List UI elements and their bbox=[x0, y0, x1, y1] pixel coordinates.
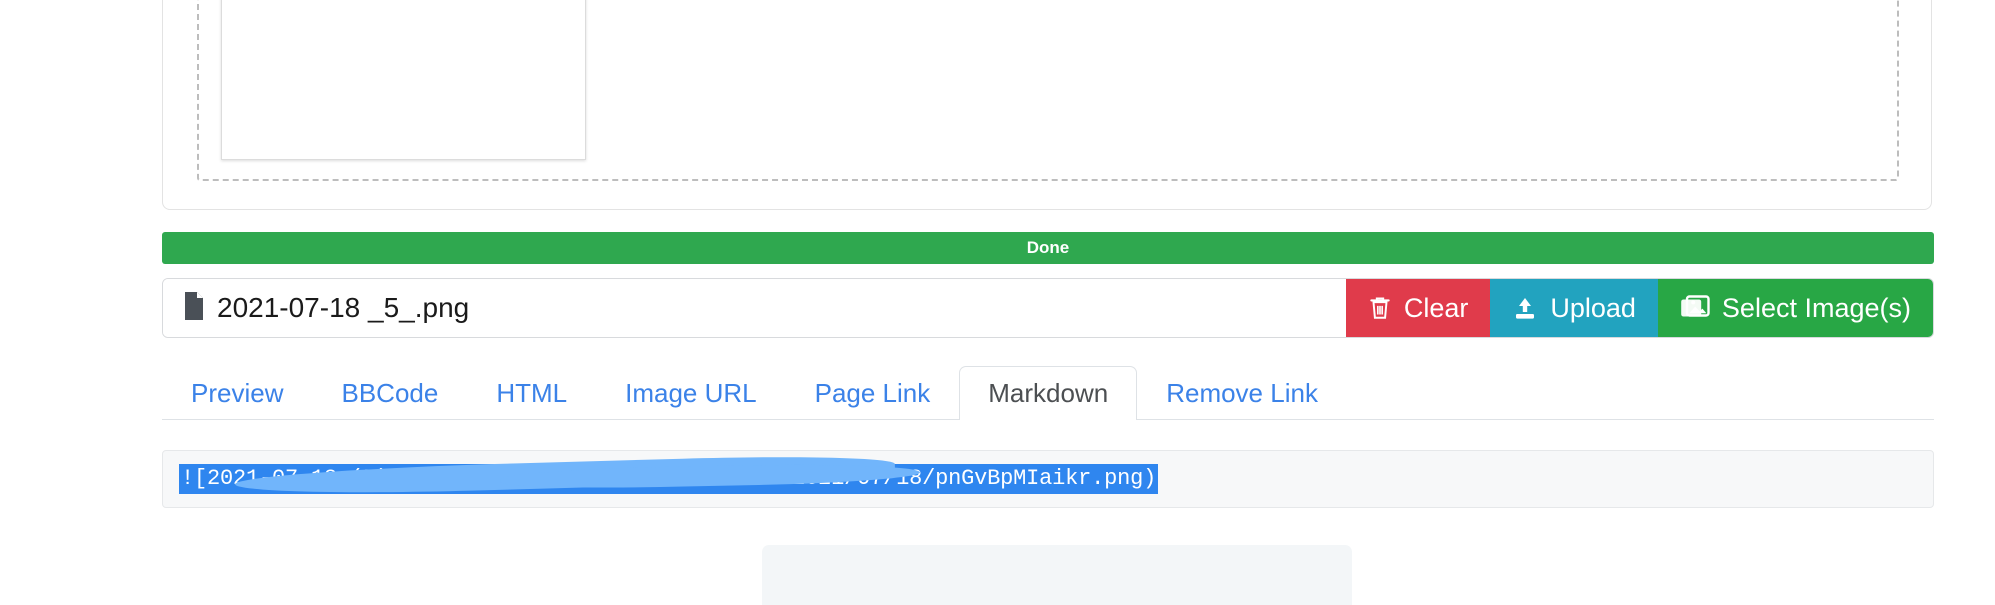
upload-button[interactable]: Upload bbox=[1490, 279, 1658, 337]
overall-progress-bar: Done bbox=[162, 232, 1934, 264]
select-images-button-label: Select Image(s) bbox=[1721, 292, 1911, 323]
upload-button-label: Upload bbox=[1550, 292, 1636, 323]
tab-html[interactable]: HTML bbox=[467, 366, 596, 420]
markdown-output-text[interactable]: ![2021-07-18 (5).png](https://i.ibb.co/x… bbox=[179, 464, 1159, 494]
selected-file-name: 2021-07-18 _5_.png bbox=[217, 292, 470, 323]
images-icon bbox=[1680, 295, 1710, 321]
markdown-output-box[interactable]: ![2021-07-18 (5).png](https://i.ibb.co/x… bbox=[162, 450, 1934, 508]
output-format-tabs: Preview BBCode HTML Image URL Page Link … bbox=[162, 366, 1934, 420]
thumbnail-image bbox=[222, 0, 585, 1]
tab-remove-link[interactable]: Remove Link bbox=[1137, 366, 1347, 420]
tab-preview[interactable]: Preview bbox=[162, 366, 312, 420]
file-input-row: 2021-07-18 _5_.png Clear Upload Select I… bbox=[162, 278, 1934, 338]
tab-markdown[interactable]: Markdown bbox=[959, 366, 1138, 420]
tab-image-url[interactable]: Image URL bbox=[596, 366, 786, 420]
trash-icon bbox=[1368, 295, 1392, 321]
bottom-info-panel bbox=[762, 545, 1352, 605]
select-images-button[interactable]: Select Image(s) bbox=[1657, 279, 1933, 337]
selected-file-display[interactable]: 2021-07-18 _5_.png bbox=[163, 279, 1346, 337]
tab-bbcode[interactable]: BBCode bbox=[312, 366, 467, 420]
clear-button-label: Clear bbox=[1403, 292, 1469, 323]
upload-icon bbox=[1512, 295, 1538, 321]
file-icon bbox=[183, 291, 205, 326]
upload-thumbnail-tile[interactable]: 2021-07-18 _5_.png (146.96 KB) Done bbox=[221, 0, 586, 160]
tab-page-link[interactable]: Page Link bbox=[786, 366, 960, 420]
clear-button[interactable]: Clear bbox=[1345, 279, 1491, 337]
